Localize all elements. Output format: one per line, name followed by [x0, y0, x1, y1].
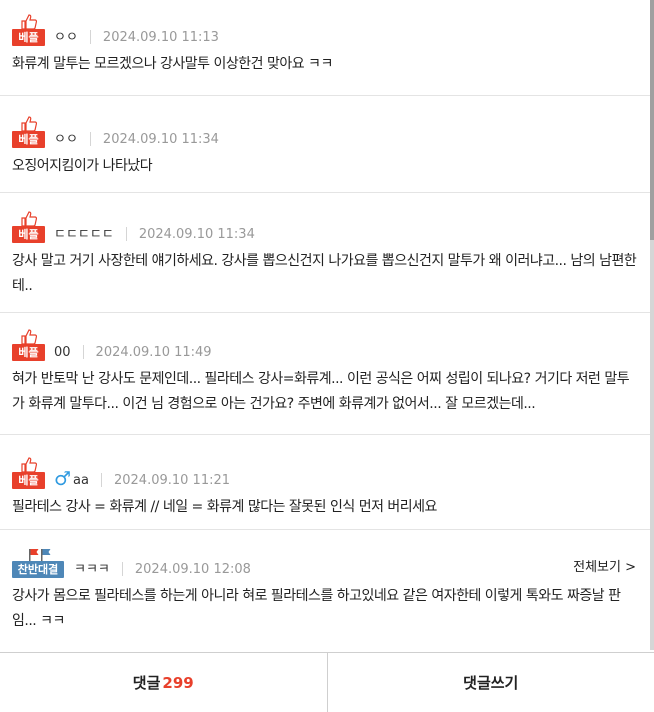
comment-author[interactable]: ㅋㅋㅋ — [74, 561, 110, 578]
comment-list: 베플 ㅇㅇ 2024.09.10 11:13 화류계 말투는 모르겠으나 강사말… — [0, 0, 650, 650]
divider — [122, 562, 123, 576]
comments-label: 댓글 — [133, 672, 161, 693]
best-badge: 베플 — [12, 116, 46, 148]
comment-item: 베플 ㄷㄷㄷㄷㄷ 2024.09.10 11:34 강사 말고 거기 사장한테 … — [0, 193, 650, 313]
best-badge: 베플 — [12, 14, 46, 46]
best-badge: 베플 — [12, 211, 46, 243]
thumbs-up-icon — [21, 329, 37, 345]
view-all-link[interactable]: 전체보기 > — [573, 556, 636, 575]
best-badge-label: 베플 — [12, 131, 45, 148]
thumbs-up-icon — [21, 14, 37, 30]
write-comment-label: 댓글쓰기 — [463, 672, 518, 693]
write-comment-button[interactable]: 댓글쓰기 — [327, 653, 654, 712]
best-badge-label: 베플 — [12, 29, 45, 46]
divider — [83, 345, 84, 359]
scrollbar-thumb[interactable] — [650, 0, 654, 240]
best-badge: 베플 — [12, 457, 46, 489]
divider — [90, 132, 91, 146]
comment-text: 강사 말고 거기 사장한테 얘기하세요. 강사를 뽑으신건지 나가요를 뽑으신건… — [0, 249, 650, 299]
comment-text: 화류계 말투는 모르겠으나 강사말투 이상한건 맞아요 ㅋㅋ — [0, 52, 650, 77]
debate-badge: 찬반대결 — [12, 546, 66, 578]
comment-date: 2024.09.10 11:34 — [139, 226, 255, 243]
comment-item: 베플 00 2024.09.10 11:49 혀가 반토막 난 강사도 문제인데… — [0, 313, 650, 435]
comment-author[interactable]: aa — [73, 472, 89, 489]
comment-meta: 베플 00 2024.09.10 11:49 — [0, 327, 650, 361]
comment-date: 2024.09.10 11:13 — [103, 29, 219, 46]
thumbs-up-icon — [21, 457, 37, 473]
comments-count-button[interactable]: 댓글 299 — [0, 653, 327, 712]
comment-item: 베플 ♂ aa 2024.09.10 11:21 필라테스 강사 = 화류계 /… — [0, 435, 650, 530]
divider — [126, 227, 127, 241]
comment-meta: 베플 ㄷㄷㄷㄷㄷ 2024.09.10 11:34 — [0, 209, 650, 243]
comment-date: 2024.09.10 11:34 — [103, 131, 219, 148]
comment-item: 베플 ㅇㅇ 2024.09.10 11:34 오징어지킴이가 나타났다 — [0, 96, 650, 193]
bottom-bar: 댓글 299 댓글쓰기 — [0, 652, 654, 712]
debate-badge-label: 찬반대결 — [12, 561, 64, 578]
comment-author[interactable]: ㅇㅇ — [54, 29, 78, 46]
comment-meta: 베플 ㅇㅇ 2024.09.10 11:34 — [0, 114, 650, 148]
comment-text: 혀가 반토막 난 강사도 문제인데... 필라테스 강사=화류계... 이런 공… — [0, 367, 650, 417]
comment-author[interactable]: ㄷㄷㄷㄷㄷ — [54, 226, 114, 243]
comment-meta: 찬반대결 ㅋㅋㅋ 2024.09.10 12:08 — [0, 544, 650, 578]
thumbs-up-icon — [21, 211, 37, 227]
comment-author[interactable]: 00 — [54, 344, 71, 361]
comment-date: 2024.09.10 11:21 — [114, 472, 230, 489]
comment-text: 필라테스 강사 = 화류계 // 네일 = 화류계 많다는 잘못된 인식 먼저 … — [0, 495, 650, 520]
divider — [101, 473, 102, 487]
best-badge-label: 베플 — [12, 472, 45, 489]
comment-date: 2024.09.10 12:08 — [135, 561, 251, 578]
comment-meta: 베플 ♂ aa 2024.09.10 11:21 — [0, 455, 650, 489]
comment-text: 오징어지킴이가 나타났다 — [0, 154, 650, 179]
comments-count: 299 — [162, 674, 193, 692]
male-icon: ♂ — [54, 470, 71, 489]
comment-author[interactable]: ㅇㅇ — [54, 131, 78, 148]
best-badge: 베플 — [12, 329, 46, 361]
comment-item: 찬반대결 ㅋㅋㅋ 2024.09.10 12:08 전체보기 > 강사가 몸으로… — [0, 530, 650, 650]
best-badge-label: 베플 — [12, 226, 45, 243]
comment-text: 강사가 몸으로 필라테스를 하는게 아니라 혀로 필라테스를 하고있네요 같은 … — [0, 584, 650, 634]
debate-flags-icon — [26, 548, 54, 562]
divider — [90, 30, 91, 44]
comment-item: 베플 ㅇㅇ 2024.09.10 11:13 화류계 말투는 모르겠으나 강사말… — [0, 0, 650, 96]
comment-meta: 베플 ㅇㅇ 2024.09.10 11:13 — [0, 12, 650, 46]
comment-date: 2024.09.10 11:49 — [96, 344, 212, 361]
thumbs-up-icon — [21, 116, 37, 132]
best-badge-label: 베플 — [12, 344, 45, 361]
